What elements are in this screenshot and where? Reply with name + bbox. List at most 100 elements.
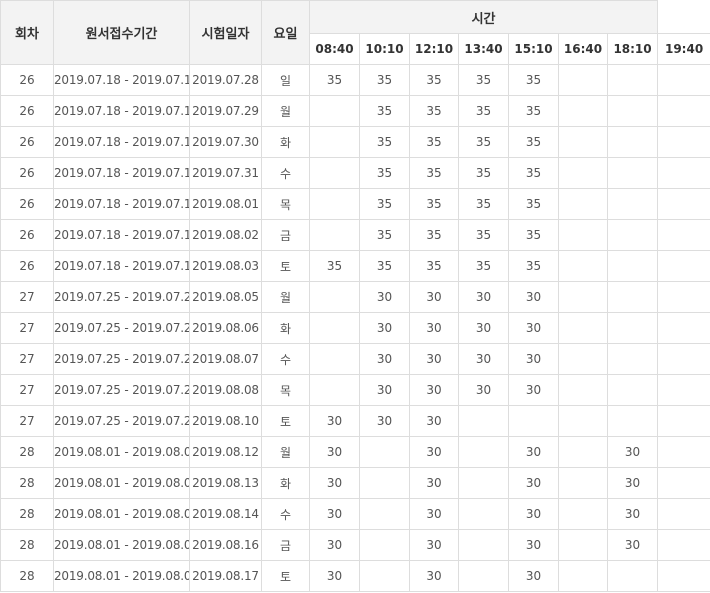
exam-date-cell: 2019.07.31 [189,157,262,189]
seat-count-cell: 35 [508,157,559,189]
application-period-cell: 2019.07.18 - 2019.07.19 [53,95,190,127]
table-row: 28 2019.08.01 - 2019.08.02 2019.08.16 금 30 30… [0,529,710,561]
weekday-cell: 월 [261,436,310,468]
seat-count-cell: 30 [409,405,459,437]
header-exam-date: 시험일자 [189,0,262,65]
round-cell: 27 [0,405,54,437]
application-period-cell: 2019.08.01 - 2019.08.02 [53,498,190,530]
weekday-cell: 화 [261,312,310,344]
seat-count-cell [606,188,659,220]
seat-count-cell: 35 [508,95,559,127]
seat-count-cell: 35 [359,95,410,127]
exam-date-cell: 2019.08.10 [189,405,262,437]
exam-schedule-table: 회차 원서접수기간 시험일자 요일 시간 08:40 10:10 12:10 13:4… [0,0,710,592]
seat-count-cell: 30 [508,281,559,313]
seat-count-cell: 35 [309,64,360,96]
table-row: 26 2019.07.18 - 2019.07.19 2019.08.03 토 35 35… [0,250,710,282]
round-cell: 27 [0,281,54,313]
round-cell: 26 [0,95,54,127]
weekday-cell: 토 [261,560,310,592]
table-row: 26 2019.07.18 - 2019.07.19 2019.07.29 월 35 35… [0,95,710,127]
seat-count-cell [359,498,410,530]
weekday-cell: 목 [261,374,310,406]
seat-count-cell [458,498,509,530]
seat-count-cell [558,64,608,96]
table-row: 27 2019.07.25 - 2019.07.26 2019.08.08 목 30 30… [0,374,710,406]
seat-count-cell: 30 [309,405,360,437]
application-period-cell: 2019.08.01 - 2019.08.02 [53,467,190,499]
seat-count-cell [657,219,710,251]
seat-count-cell: 30 [606,467,659,499]
weekday-cell: 월 [261,281,310,313]
seat-count-cell: 35 [458,64,509,96]
round-cell: 27 [0,312,54,344]
header-blank [657,0,710,34]
seat-count-cell: 30 [508,436,559,468]
seat-count-cell: 30 [409,281,459,313]
seat-count-cell [558,312,608,344]
application-period-cell: 2019.07.18 - 2019.07.19 [53,219,190,251]
seat-count-cell: 30 [309,560,360,592]
exam-date-cell: 2019.08.13 [189,467,262,499]
seat-count-cell: 30 [409,436,459,468]
application-period-cell: 2019.07.25 - 2019.07.26 [53,343,190,375]
round-cell: 27 [0,374,54,406]
seat-count-cell [657,126,710,158]
seat-count-cell: 35 [508,126,559,158]
seat-count-cell: 35 [458,157,509,189]
seat-count-cell: 35 [309,250,360,282]
seat-count-cell [558,95,608,127]
header-application-period: 원서접수기간 [53,0,190,65]
seat-count-cell [508,405,559,437]
seat-count-cell: 30 [409,529,459,561]
seat-count-cell: 30 [359,374,410,406]
time-slot-header: 10:10 [359,33,410,65]
table-row: 28 2019.08.01 - 2019.08.02 2019.08.14 수 30 30… [0,498,710,530]
table-row: 27 2019.07.25 - 2019.07.26 2019.08.10 토 30 30… [0,405,710,437]
seat-count-cell [657,343,710,375]
seat-count-cell [657,498,710,530]
seat-count-cell: 30 [359,405,410,437]
table-row: 28 2019.08.01 - 2019.08.02 2019.08.17 토 30 30… [0,560,710,592]
exam-date-cell: 2019.08.07 [189,343,262,375]
seat-count-cell: 30 [409,467,459,499]
exam-date-cell: 2019.08.17 [189,560,262,592]
application-period-cell: 2019.07.18 - 2019.07.19 [53,250,190,282]
weekday-cell: 수 [261,498,310,530]
seat-count-cell: 35 [458,126,509,158]
seat-count-cell [657,560,710,592]
round-cell: 28 [0,467,54,499]
seat-count-cell: 35 [458,188,509,220]
seat-count-cell: 30 [359,281,410,313]
weekday-cell: 금 [261,529,310,561]
weekday-cell: 화 [261,467,310,499]
seat-count-cell: 30 [606,498,659,530]
seat-count-cell [458,529,509,561]
seat-count-cell [458,436,509,468]
seat-count-cell [657,64,710,96]
seat-count-cell [558,281,608,313]
seat-count-cell [309,374,360,406]
seat-count-cell: 30 [606,529,659,561]
seat-count-cell [606,312,659,344]
seat-count-cell: 30 [309,498,360,530]
seat-count-cell [558,405,608,437]
seat-count-cell: 30 [409,343,459,375]
application-period-cell: 2019.08.01 - 2019.08.02 [53,436,190,468]
seat-count-cell: 35 [359,157,410,189]
table-row: 27 2019.07.25 - 2019.07.26 2019.08.07 수 30 30… [0,343,710,375]
weekday-cell: 수 [261,343,310,375]
round-cell: 28 [0,560,54,592]
seat-count-cell [458,467,509,499]
seat-count-cell [309,343,360,375]
seat-count-cell [606,126,659,158]
seat-count-cell [657,312,710,344]
table-row: 28 2019.08.01 - 2019.08.02 2019.08.13 화 30 30… [0,467,710,499]
seat-count-cell: 30 [508,560,559,592]
seat-count-cell [309,157,360,189]
weekday-cell: 월 [261,95,310,127]
seat-count-cell: 35 [359,250,410,282]
time-slot-header: 08:40 [309,33,360,65]
weekday-cell: 수 [261,157,310,189]
application-period-cell: 2019.07.25 - 2019.07.26 [53,312,190,344]
